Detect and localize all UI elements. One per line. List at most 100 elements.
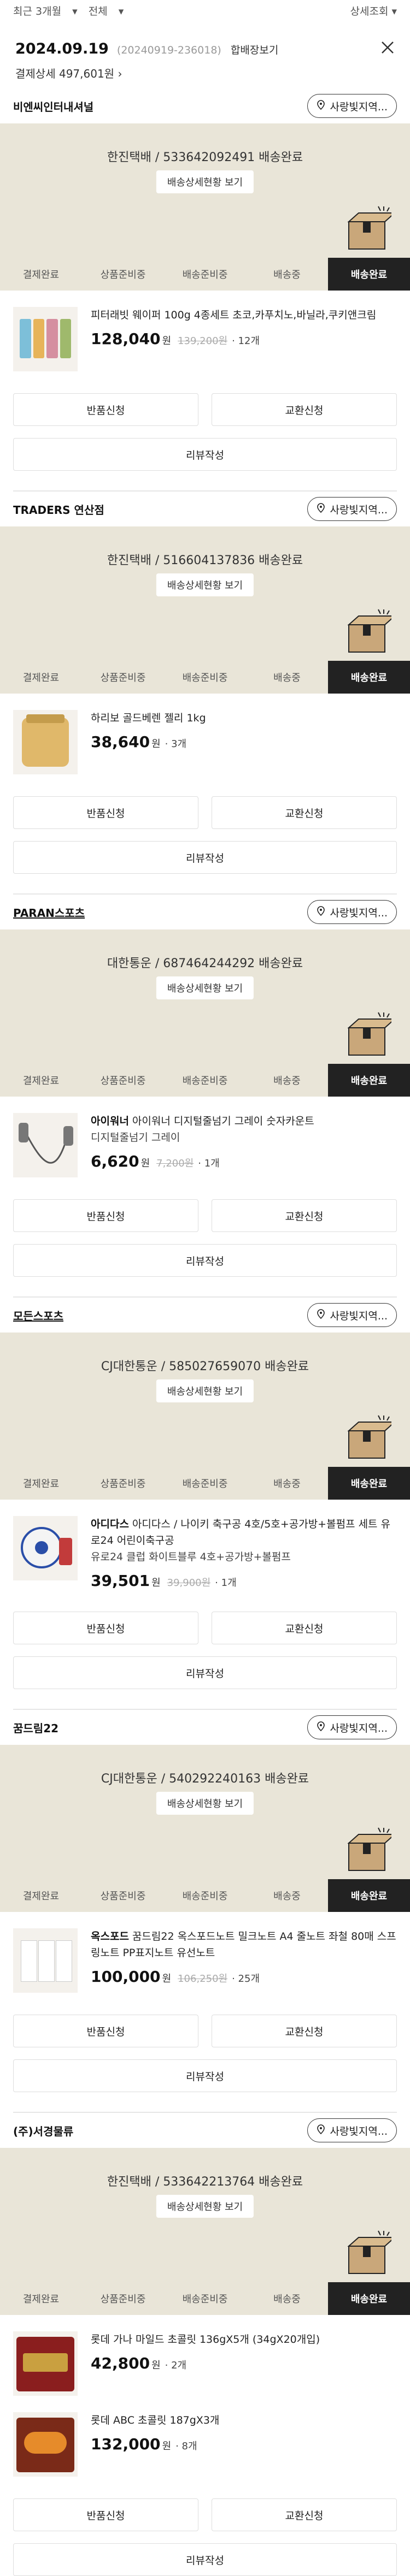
- seller-name[interactable]: 모든스포츠: [13, 1307, 63, 1323]
- filter-bar: 최근 3개월 ▾ 전체 ▾ 상세조회 ▾: [0, 0, 410, 21]
- shipment-section: 꿈드림22 사랑빛지역... CJ대한통운 / 540292240163 배송완료 배…: [0, 1709, 410, 2092]
- price-line: 100,000 원 106,250원 · 25개: [91, 1968, 397, 1986]
- original-price: 7,200원: [156, 1158, 194, 1169]
- product-item[interactable]: 롯데 ABC 초콜릿 187gX3개 132,000 원 · 8개: [0, 2396, 410, 2477]
- review-button[interactable]: 리뷰작성: [13, 1244, 397, 1277]
- return-button[interactable]: 반품신청: [13, 2015, 198, 2047]
- seller-contact-button[interactable]: 사랑빛지역...: [307, 900, 397, 924]
- product-thumbnail[interactable]: [13, 710, 78, 774]
- price-line: 128,040 원 139,200원 · 12개: [91, 330, 397, 348]
- type-filter[interactable]: 전체 ▾: [89, 5, 124, 17]
- product-title: 꿈드림22 옥스포드노트 밀크노트 A4 줄노트 좌철 80매 스프링노트 PP…: [91, 1930, 396, 1959]
- seller-contact-button[interactable]: 사랑빛지역...: [307, 1303, 397, 1327]
- delivery-detail-button[interactable]: 배송상세현황 보기: [156, 573, 254, 596]
- product-quantity: · 1개: [198, 1158, 220, 1169]
- product-thumbnail[interactable]: [13, 2412, 78, 2477]
- product-name[interactable]: 옥스포드 꿈드림22 옥스포드노트 밀크노트 A4 줄노트 좌철 80매 스프링노…: [91, 1928, 397, 1961]
- product-price: 6,620: [91, 1152, 139, 1170]
- delivery-status-panel: 한진택배 / 533642092491 배송완료 배송상세현황 보기 결제완료 상품준…: [0, 123, 410, 291]
- quantity-value: 8개: [181, 2441, 197, 2452]
- review-button[interactable]: 리뷰작성: [13, 438, 397, 471]
- delivered-box-icon: [345, 1414, 396, 1460]
- delivery-steps: 결제완료 상품준비중 배송준비중 배송중 배송완료: [0, 2282, 410, 2315]
- delivered-box-icon: [345, 2230, 396, 2276]
- close-icon[interactable]: [379, 39, 396, 56]
- delivered-box-icon: [345, 205, 396, 251]
- product-thumbnail[interactable]: [13, 1113, 78, 1177]
- seller-contact-button[interactable]: 사랑빛지역...: [307, 2118, 397, 2142]
- product-option: 디지털줄넘기 그레이: [91, 1132, 180, 1144]
- review-button[interactable]: 리뷰작성: [13, 2543, 397, 2576]
- seller-name[interactable]: 꿈드림22: [13, 1720, 58, 1736]
- product-item[interactable]: 옥스포드 꿈드림22 옥스포드노트 밀크노트 A4 줄노트 좌철 80매 스프링노…: [0, 1912, 410, 1993]
- return-button[interactable]: 반품신청: [13, 2498, 198, 2531]
- product-item[interactable]: 아디다스 아디다스 / 나이키 축구공 4호/5호+공가방+볼펌프 세트 유로24…: [0, 1500, 410, 1590]
- product-thumbnail[interactable]: [13, 307, 78, 371]
- seller-contact-button[interactable]: 사랑빛지역...: [307, 497, 397, 521]
- review-button[interactable]: 리뷰작성: [13, 841, 397, 874]
- delivery-steps: 결제완료 상품준비중 배송준비중 배송중 배송완료: [0, 1064, 410, 1097]
- product-name[interactable]: 아이워너 아이워너 디지털줄넘기 그레이 숫자카운트: [91, 1113, 397, 1129]
- detail-search-link[interactable]: 상세조회 ▾: [350, 3, 397, 18]
- payment-detail-link[interactable]: 결제상세 497,601원 ›: [15, 65, 395, 81]
- seller-contact-button[interactable]: 사랑빛지역...: [307, 1715, 397, 1739]
- exchange-button[interactable]: 교환신청: [212, 2498, 397, 2531]
- seller-name[interactable]: 비엔씨인터내셔널: [13, 98, 93, 114]
- seller-row: TRADERS 연산점 사랑빛지역...: [0, 491, 410, 526]
- quantity-value: 25개: [238, 1973, 260, 1985]
- delivery-step: 배송준비중: [182, 1478, 228, 1490]
- chevron-right-icon: ›: [118, 67, 122, 80]
- contact-label: 사랑빛지역...: [330, 2125, 388, 2137]
- delivery-step: 상품준비중: [100, 269, 146, 281]
- product-item[interactable]: 피터래빗 웨이퍼 100g 4종세트 초코,카푸치노,바닐라,쿠키앤크림 128,…: [0, 291, 410, 371]
- delivery-status-panel: CJ대한통운 / 585027659070 배송완료 배송상세현황 보기 결제완료 상…: [0, 1333, 410, 1500]
- seller-name[interactable]: TRADERS 연산점: [13, 501, 104, 517]
- return-button[interactable]: 반품신청: [13, 796, 198, 829]
- merged-shipping-link[interactable]: 합배장보기: [231, 44, 278, 56]
- delivery-detail-button[interactable]: 배송상세현황 보기: [156, 976, 254, 999]
- tracking-status: 대한통운 / 687464244292 배송완료: [107, 957, 303, 970]
- product-thumbnail[interactable]: [13, 1928, 78, 1993]
- product-item[interactable]: 하리보 골드베렌 젤리 1kg 38,640 원 · 3개: [0, 694, 410, 774]
- return-button[interactable]: 반품신청: [13, 393, 198, 426]
- product-info: 피터래빗 웨이퍼 100g 4종세트 초코,카푸치노,바닐라,쿠키앤크림 128,…: [91, 307, 397, 371]
- product-name[interactable]: 아디다스 아디다스 / 나이키 축구공 4호/5호+공가방+볼펌프 세트 유로24…: [91, 1516, 397, 1549]
- location-pin-icon: [317, 99, 330, 112]
- return-button[interactable]: 반품신청: [13, 1612, 198, 1644]
- product-name[interactable]: 하리보 골드베렌 젤리 1kg: [91, 710, 397, 726]
- seller-name[interactable]: PARAN스포츠: [13, 904, 85, 920]
- product-name[interactable]: 롯데 가나 마일드 초콜릿 136gX5개 (34gX20개입): [91, 2331, 397, 2348]
- seller-row: 비엔씨인터내셔널 사랑빛지역...: [0, 88, 410, 123]
- product-item[interactable]: 아이워너 아이워너 디지털줄넘기 그레이 숫자카운트디지털줄넘기 그레이 6,620…: [0, 1097, 410, 1177]
- seller-contact-button[interactable]: 사랑빛지역...: [307, 94, 397, 118]
- currency-unit: 원: [162, 1973, 172, 1985]
- delivery-detail-button[interactable]: 배송상세현황 보기: [156, 170, 254, 193]
- quantity-value: 1개: [221, 1577, 237, 1589]
- seller-name[interactable]: (주)서경물류: [13, 2123, 73, 2139]
- delivery-detail-button[interactable]: 배송상세현황 보기: [156, 1792, 254, 1815]
- exchange-button[interactable]: 교환신청: [212, 1612, 397, 1644]
- action-row: 반품신청 교환신청: [0, 1612, 410, 1644]
- product-item[interactable]: 롯데 가나 마일드 초콜릿 136gX5개 (34gX20개입) 42,800 원 ·…: [0, 2315, 410, 2396]
- period-filter[interactable]: 최근 3개월 ▾: [13, 5, 78, 17]
- delivery-step: 배송중: [273, 1891, 301, 1902]
- review-button[interactable]: 리뷰작성: [13, 2059, 397, 2092]
- product-thumbnail[interactable]: [13, 2331, 78, 2396]
- exchange-button[interactable]: 교환신청: [212, 1199, 397, 1232]
- delivery-detail-button[interactable]: 배송상세현황 보기: [156, 2195, 254, 2218]
- seller-row: 꿈드림22 사랑빛지역...: [0, 1710, 410, 1745]
- product-name[interactable]: 롯데 ABC 초콜릿 187gX3개: [91, 2412, 397, 2429]
- review-button[interactable]: 리뷰작성: [13, 1656, 397, 1689]
- exchange-button[interactable]: 교환신청: [212, 796, 397, 829]
- seller-row: PARAN스포츠 사랑빛지역...: [0, 895, 410, 929]
- exchange-button[interactable]: 교환신청: [212, 2015, 397, 2047]
- contact-label: 사랑빛지역...: [330, 1310, 388, 1322]
- product-thumbnail[interactable]: [13, 1516, 78, 1580]
- tracking-status: 한진택배 / 533642213764 배송완료: [107, 2175, 303, 2189]
- action-row: 반품신청 교환신청: [0, 1199, 410, 1232]
- delivery-detail-button[interactable]: 배송상세현황 보기: [156, 1379, 254, 1402]
- delivery-step: 배송완료: [328, 2282, 410, 2315]
- return-button[interactable]: 반품신청: [13, 1199, 198, 1232]
- exchange-button[interactable]: 교환신청: [212, 393, 397, 426]
- product-name[interactable]: 피터래빗 웨이퍼 100g 4종세트 초코,카푸치노,바닐라,쿠키앤크림: [91, 307, 397, 323]
